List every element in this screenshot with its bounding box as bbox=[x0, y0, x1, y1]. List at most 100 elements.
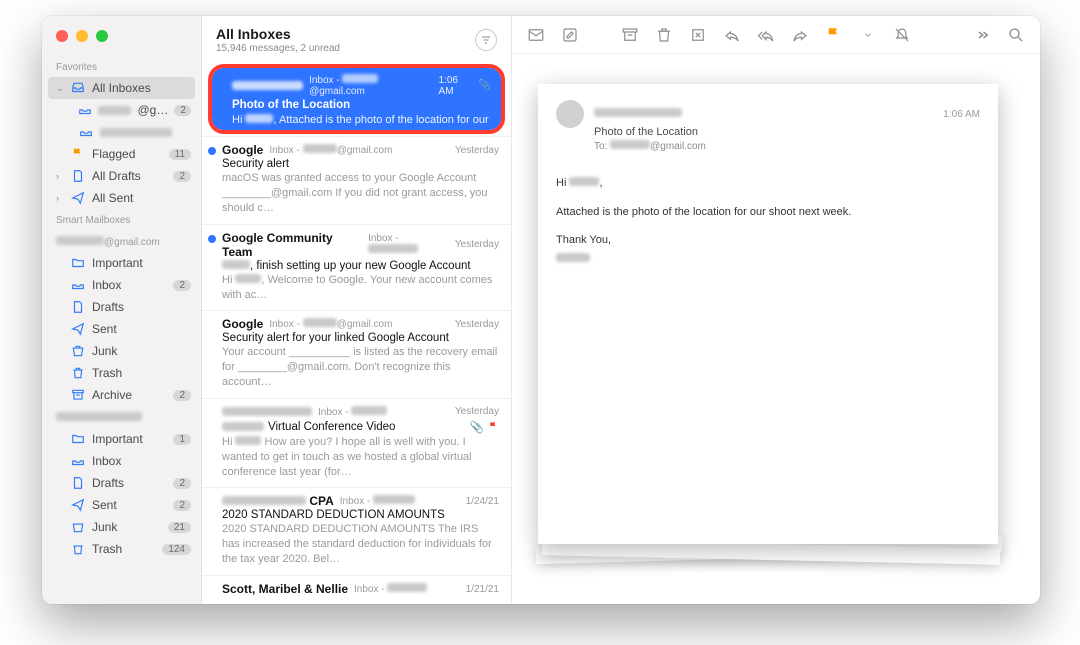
sent-icon bbox=[70, 497, 86, 513]
redacted-text bbox=[100, 128, 172, 137]
forward-icon[interactable] bbox=[790, 25, 810, 45]
sidebar-item-account2[interactable] bbox=[42, 121, 201, 143]
envelope-icon[interactable] bbox=[526, 25, 546, 45]
message-preview: Hi , Welcome to Google. Your new account… bbox=[222, 273, 499, 303]
inbox-icon bbox=[70, 80, 86, 96]
sidebar-item-label: Trash bbox=[92, 366, 122, 380]
archive-icon[interactable] bbox=[620, 25, 640, 45]
chevron-down-icon[interactable] bbox=[858, 25, 878, 45]
junk-icon bbox=[70, 343, 86, 359]
count-badge: 21 bbox=[168, 522, 191, 533]
trash-icon bbox=[70, 541, 86, 557]
attachment-icon: 📎 bbox=[470, 420, 484, 434]
sidebar-item-inbox2[interactable]: Inbox bbox=[42, 450, 201, 472]
reply-all-icon[interactable] bbox=[756, 25, 776, 45]
inbox-icon bbox=[70, 453, 86, 469]
message-subject: Virtual Conference Video📎 bbox=[222, 420, 499, 434]
flag-icon bbox=[488, 421, 499, 432]
junk-icon bbox=[70, 519, 86, 535]
flag-icon bbox=[70, 146, 86, 162]
reply-icon[interactable] bbox=[722, 25, 742, 45]
message-subject: Photo of the Location bbox=[594, 126, 980, 138]
message-row[interactable]: Scott, Maribel & NellieInbox - 1/21/21 bbox=[202, 575, 511, 604]
sidebar-item-label: Drafts bbox=[92, 476, 124, 490]
filter-button[interactable] bbox=[475, 29, 497, 51]
message-preview: Your account __________ is listed as the… bbox=[222, 345, 499, 390]
message-row[interactable]: Inbox - @gmail.com 1:06 AM📎 Photo of the… bbox=[212, 68, 501, 134]
sidebar-item-sent[interactable]: Sent bbox=[42, 318, 201, 340]
sidebar-item-drafts2[interactable]: Drafts 2 bbox=[42, 472, 201, 494]
junk-icon[interactable] bbox=[688, 25, 708, 45]
sidebar-item-inbox[interactable]: Inbox2 bbox=[42, 274, 201, 296]
sidebar-item-trash2[interactable]: Trash 124 bbox=[42, 538, 201, 560]
close-icon[interactable] bbox=[56, 30, 68, 42]
sidebar-item-all-sent[interactable]: › All Sent bbox=[42, 187, 201, 209]
sidebar-item-archive[interactable]: Archive2 bbox=[42, 384, 201, 406]
message-time: Yesterday bbox=[455, 145, 499, 156]
message-sender: Google bbox=[222, 317, 263, 331]
document-icon bbox=[70, 475, 86, 491]
unread-indicator bbox=[208, 235, 216, 243]
sidebar-item-important2[interactable]: Important1 bbox=[42, 428, 201, 450]
trash-icon bbox=[70, 365, 86, 381]
document-icon bbox=[70, 168, 86, 184]
sidebar-item-junk[interactable]: Junk bbox=[42, 340, 201, 362]
fullscreen-icon[interactable] bbox=[96, 30, 108, 42]
toolbar bbox=[512, 16, 1040, 54]
sidebar-item-all-inboxes[interactable]: ⌄ All Inboxes bbox=[48, 77, 195, 99]
count-badge: 2 bbox=[173, 478, 191, 489]
search-icon[interactable] bbox=[1006, 25, 1026, 45]
section-smart: Smart Mailboxes bbox=[42, 209, 201, 230]
message-time: 1/21/21 bbox=[466, 584, 499, 595]
message-row[interactable]: Inbox - Yesterday Virtual Conference Vid… bbox=[202, 398, 511, 488]
section-account1: @gmail.com bbox=[42, 230, 201, 252]
sidebar-item-flagged[interactable]: Flagged 11 bbox=[42, 143, 201, 165]
count-badge: 2 bbox=[173, 171, 191, 182]
sidebar-item-sent2[interactable]: Sent2 bbox=[42, 494, 201, 516]
message-row[interactable]: GoogleInbox - @gmail.comYesterday Securi… bbox=[202, 136, 511, 224]
compose-icon[interactable] bbox=[560, 25, 580, 45]
avatar bbox=[556, 100, 584, 128]
more-icon[interactable] bbox=[972, 25, 992, 45]
section-account2 bbox=[42, 406, 201, 428]
sidebar-item-label: Trash bbox=[92, 542, 122, 556]
trash-icon[interactable] bbox=[654, 25, 674, 45]
message-row[interactable]: CPAInbox - 1/24/21 2020 STANDARD DEDUCTI… bbox=[202, 487, 511, 575]
sidebar-item-trash[interactable]: Trash bbox=[42, 362, 201, 384]
message-time: Yesterday bbox=[455, 319, 499, 330]
message-subject: , finish setting up your new Google Acco… bbox=[222, 260, 499, 272]
count-badge: 2 bbox=[173, 390, 191, 401]
message-to: To: @gmail.com bbox=[594, 140, 980, 152]
message-sender: Google bbox=[222, 143, 263, 157]
chevron-right-icon[interactable]: › bbox=[56, 193, 64, 203]
account-label: Inbox - bbox=[368, 233, 449, 256]
account-label: Inbox - @gmail.com bbox=[309, 74, 432, 97]
message-preview-card: 1:06 AM Photo of the Location To: @gmail… bbox=[538, 84, 998, 544]
flag-icon[interactable] bbox=[824, 25, 844, 45]
sidebar-item-account1[interactable]: @g… 2 bbox=[42, 99, 201, 121]
sidebar-item-all-drafts[interactable]: › All Drafts 2 bbox=[42, 165, 201, 187]
chevron-right-icon[interactable]: › bbox=[56, 171, 64, 181]
message-time: 1/24/21 bbox=[466, 496, 499, 507]
account-label: Inbox - bbox=[318, 406, 387, 418]
mute-icon[interactable] bbox=[892, 25, 912, 45]
message-preview: 2020 STANDARD DEDUCTION AMOUNTS The IRS … bbox=[222, 522, 499, 567]
sidebar-item-label: Drafts bbox=[92, 300, 124, 314]
sidebar-item-important[interactable]: Important bbox=[42, 252, 201, 274]
chevron-down-icon[interactable]: ⌄ bbox=[56, 83, 64, 94]
window-controls[interactable] bbox=[56, 30, 108, 42]
inbox-icon bbox=[78, 124, 94, 140]
account-label: Inbox - @gmail.com bbox=[269, 144, 392, 156]
count-badge: 124 bbox=[162, 544, 191, 555]
sidebar-item-junk2[interactable]: Junk21 bbox=[42, 516, 201, 538]
sidebar-item-label: All Sent bbox=[92, 191, 133, 205]
message-row[interactable]: Google Community TeamInbox - Yesterday ,… bbox=[202, 224, 511, 311]
redacted-text bbox=[98, 106, 131, 115]
message-time: Yesterday bbox=[455, 239, 499, 250]
sidebar-item-drafts[interactable]: Drafts bbox=[42, 296, 201, 318]
message-row[interactable]: GoogleInbox - @gmail.comYesterday Securi… bbox=[202, 310, 511, 398]
message-body: Hi , Attached is the photo of the locati… bbox=[556, 174, 980, 269]
section-favorites: Favorites bbox=[42, 56, 201, 77]
minimize-icon[interactable] bbox=[76, 30, 88, 42]
list-title: All Inboxes bbox=[216, 26, 475, 42]
